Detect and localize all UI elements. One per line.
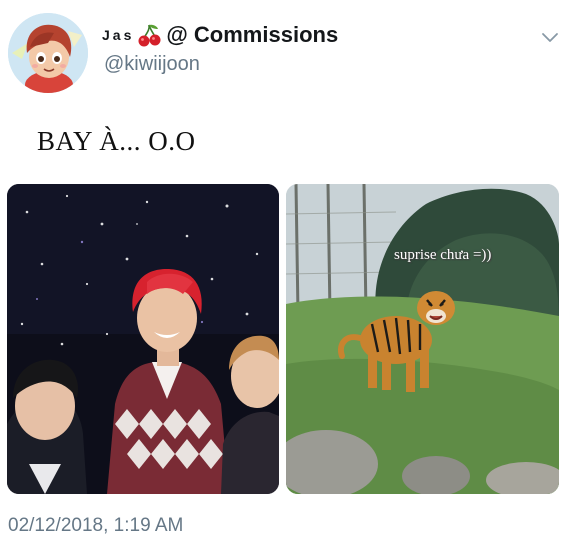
tweet-text: BAY À... O.O (37, 126, 196, 156)
avatar[interactable] (8, 13, 88, 93)
chevron-down-icon[interactable] (540, 30, 560, 44)
tiger-photo[interactable]: suprise chưa =)) (286, 184, 559, 494)
display-name-suffix[interactable]: @ Commissions (166, 22, 338, 48)
concert-audience-photo[interactable] (7, 184, 279, 494)
user-handle[interactable]: @kiwiijoon (104, 53, 200, 76)
photo-caption: suprise chưa =)) (394, 247, 492, 263)
cherry-icon (136, 22, 162, 48)
display-name[interactable]: Jas (102, 27, 134, 43)
tweet-timestamp[interactable]: 02/12/2018, 1:19 AM (8, 515, 183, 537)
display-name-row[interactable]: Jas @ Commissions (102, 22, 338, 48)
